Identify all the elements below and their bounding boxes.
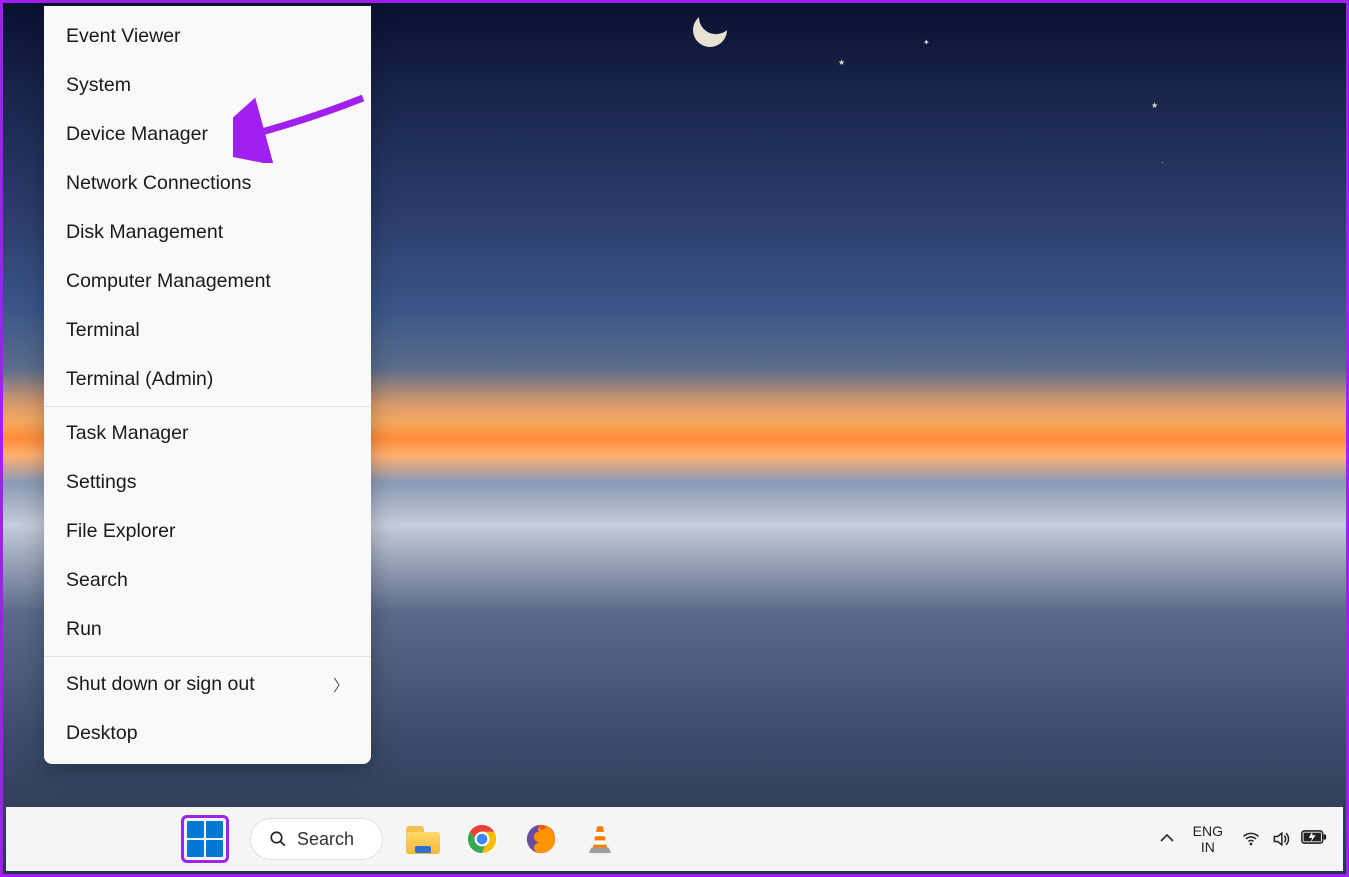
start-button[interactable] xyxy=(186,820,224,858)
menu-item-terminal[interactable]: Terminal xyxy=(44,306,371,355)
speaker-icon xyxy=(1271,829,1291,849)
file-explorer-icon xyxy=(406,824,440,854)
wifi-icon xyxy=(1241,829,1261,849)
menu-item-terminal-admin[interactable]: Terminal (Admin) xyxy=(44,355,371,404)
menu-item-computer-management[interactable]: Computer Management xyxy=(44,257,371,306)
taskbar-app-file-explorer[interactable] xyxy=(404,820,442,858)
language-indicator[interactable]: ENG IN xyxy=(1193,823,1223,855)
system-tray[interactable] xyxy=(1241,828,1327,851)
menu-item-label: Event Viewer xyxy=(66,25,181,48)
taskbar-search[interactable]: Search xyxy=(250,818,383,860)
star-icon: ★ xyxy=(838,58,845,67)
battery-icon xyxy=(1301,828,1327,846)
menu-item-label: Network Connections xyxy=(66,172,251,195)
moon-icon xyxy=(688,8,732,52)
menu-item-label: File Explorer xyxy=(66,520,175,543)
tray-overflow-button[interactable] xyxy=(1159,831,1175,847)
menu-item-label: Search xyxy=(66,569,128,592)
lang-secondary: IN xyxy=(1193,839,1223,855)
menu-item-label: Computer Management xyxy=(66,270,271,293)
chevron-right-icon: 〉 xyxy=(333,672,349,696)
menu-item-label: System xyxy=(66,74,131,97)
menu-item-settings[interactable]: Settings xyxy=(44,458,371,507)
windows-logo-icon xyxy=(187,821,223,857)
chevron-up-icon xyxy=(1159,832,1175,844)
menu-item-run[interactable]: Run xyxy=(44,605,371,654)
search-label: Search xyxy=(297,829,354,850)
menu-item-network-connections[interactable]: Network Connections xyxy=(44,159,371,208)
vlc-icon xyxy=(583,822,617,856)
menu-item-desktop[interactable]: Desktop xyxy=(44,709,371,758)
taskbar-app-chrome[interactable] xyxy=(463,820,501,858)
menu-item-search[interactable]: Search xyxy=(44,556,371,605)
menu-item-shut-down[interactable]: Shut down or sign out 〉 xyxy=(44,659,371,709)
lang-primary: ENG xyxy=(1193,823,1223,839)
menu-separator xyxy=(44,406,371,407)
menu-item-file-explorer[interactable]: File Explorer xyxy=(44,507,371,556)
taskbar: Search xyxy=(6,807,1343,871)
menu-item-label: Settings xyxy=(66,471,136,494)
menu-separator xyxy=(44,656,371,657)
menu-item-label: Shut down or sign out xyxy=(66,673,255,696)
menu-item-system[interactable]: System xyxy=(44,61,371,110)
menu-item-label: Terminal xyxy=(66,319,140,342)
menu-item-label: Disk Management xyxy=(66,221,223,244)
menu-item-label: Task Manager xyxy=(66,422,188,445)
menu-item-label: Run xyxy=(66,618,102,641)
star-icon: ✦ xyxy=(923,38,930,47)
firefox-icon xyxy=(524,822,558,856)
menu-item-label: Desktop xyxy=(66,722,138,745)
taskbar-app-vlc[interactable] xyxy=(581,820,619,858)
search-icon xyxy=(269,830,287,848)
menu-item-task-manager[interactable]: Task Manager xyxy=(44,409,371,458)
menu-item-device-manager[interactable]: Device Manager xyxy=(44,110,371,159)
chrome-icon xyxy=(465,822,499,856)
star-icon: · xyxy=(1161,158,1164,167)
star-icon: ★ xyxy=(1151,101,1158,110)
menu-item-label: Terminal (Admin) xyxy=(66,368,213,391)
menu-item-disk-management[interactable]: Disk Management xyxy=(44,208,371,257)
menu-item-event-viewer[interactable]: Event Viewer xyxy=(44,12,371,61)
menu-item-label: Device Manager xyxy=(66,123,208,146)
winx-power-menu: Event Viewer System Device Manager Netwo… xyxy=(44,6,371,764)
taskbar-app-firefox[interactable] xyxy=(522,820,560,858)
annotation-start-highlight xyxy=(181,815,229,863)
